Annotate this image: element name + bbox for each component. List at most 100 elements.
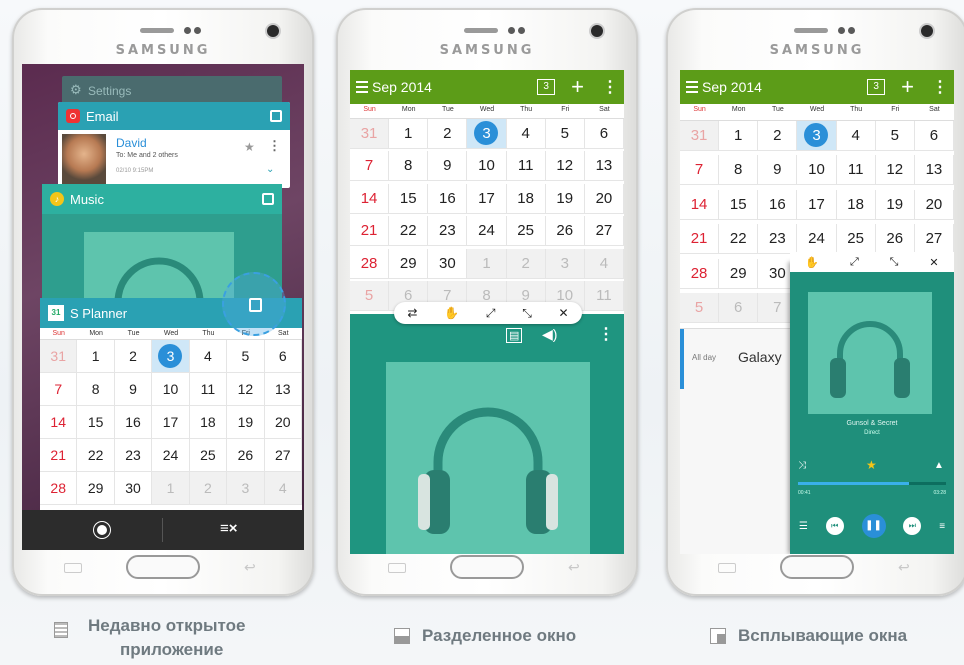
calendar-day[interactable]: 14 xyxy=(350,183,390,214)
maximize-icon[interactable]: ⤡ xyxy=(522,306,532,321)
window-icon-highlight[interactable] xyxy=(222,272,286,336)
home-button[interactable] xyxy=(780,555,854,579)
calendar-day-today[interactable]: 3 xyxy=(467,118,507,149)
calendar-day[interactable]: 30 xyxy=(428,248,468,279)
calendar-day[interactable]: 12 xyxy=(875,155,915,186)
queue-icon[interactable]: ≡ xyxy=(939,521,945,532)
kebab-icon[interactable]: ⋮ xyxy=(932,77,948,97)
calendar-day[interactable]: 27 xyxy=(914,224,954,255)
back-key[interactable]: ↩ xyxy=(568,559,580,576)
calendar-day[interactable]: 19 xyxy=(227,406,265,439)
calendar-day[interactable]: 24 xyxy=(797,224,837,255)
calendar-day[interactable]: 26 xyxy=(875,224,915,255)
calendar-day[interactable]: 5 xyxy=(227,340,265,373)
calendar-day[interactable]: 6 xyxy=(719,293,759,324)
calendar-day[interactable]: 23 xyxy=(428,216,468,247)
calendar-day[interactable]: 7 xyxy=(350,151,390,182)
calendar-day[interactable]: 20 xyxy=(584,183,624,214)
calendar-day[interactable]: 16 xyxy=(428,183,468,214)
home-button[interactable] xyxy=(126,555,200,579)
calendar-day[interactable]: 10 xyxy=(152,373,190,406)
calendar-day[interactable]: 24 xyxy=(467,216,507,247)
calendar-day[interactable]: 9 xyxy=(758,155,798,186)
close-icon[interactable]: ✕ xyxy=(559,306,569,320)
calendar-day[interactable]: 21 xyxy=(40,439,78,472)
calendar-day-today[interactable]: 3 xyxy=(152,340,190,373)
window-icon[interactable] xyxy=(270,110,282,122)
calendar-day[interactable]: 11 xyxy=(836,155,876,186)
calendar-day[interactable]: 13 xyxy=(264,373,302,406)
calendar-day[interactable]: 27 xyxy=(264,439,302,472)
calendar-day[interactable]: 12 xyxy=(227,373,265,406)
repeat-icon[interactable]: ▲ xyxy=(934,460,944,471)
calendar-day[interactable]: 21 xyxy=(680,224,720,255)
calendar-day[interactable]: 4 xyxy=(189,340,228,373)
popup-music-window[interactable]: ✋ ⤢ ⤡ ✕ Gunsol & Secret Direct ⤨ ★ ▲ 00:… xyxy=(790,252,954,554)
calendar-day[interactable]: 14 xyxy=(680,189,720,220)
calendar-day[interactable]: 6 xyxy=(584,118,624,149)
calendar-day[interactable]: 11 xyxy=(506,151,546,182)
close-icon[interactable]: ✕ xyxy=(929,256,938,269)
calendar-day[interactable]: 1 xyxy=(719,120,759,151)
calendar-day[interactable]: 4 xyxy=(836,120,876,151)
calendar-day[interactable]: 25 xyxy=(189,439,228,472)
playlist-icon[interactable]: ☰ xyxy=(799,521,808,532)
calendar-day[interactable]: 1 xyxy=(77,340,115,373)
calendar-day[interactable]: 10 xyxy=(797,155,837,186)
calendar-day[interactable]: 1 xyxy=(152,472,190,505)
calendar-day[interactable]: 10 xyxy=(467,151,507,182)
pie-chart-icon[interactable] xyxy=(94,522,110,538)
calendar-day[interactable]: 16 xyxy=(114,406,153,439)
calendar-day[interactable]: 22 xyxy=(389,216,429,247)
calendar-day[interactable]: 31 xyxy=(680,120,720,151)
calendar-day[interactable]: 18 xyxy=(506,183,546,214)
calendar-day[interactable]: 20 xyxy=(264,406,302,439)
calendar-day[interactable]: 26 xyxy=(227,439,265,472)
drag-content-icon[interactable]: ✋ xyxy=(444,306,459,320)
calendar-day[interactable]: 13 xyxy=(584,151,624,182)
calendar-day[interactable]: 1 xyxy=(467,248,507,279)
calendar-day[interactable]: 2 xyxy=(189,472,228,505)
calendar-day[interactable]: 12 xyxy=(545,151,585,182)
calendar-day[interactable]: 20 xyxy=(914,189,954,220)
calendar-day[interactable]: 1 xyxy=(389,118,429,149)
calendar-day[interactable]: 11 xyxy=(189,373,228,406)
calendar-day[interactable]: 25 xyxy=(836,224,876,255)
minimize-icon[interactable]: ⤢ xyxy=(486,306,496,321)
calendar-day[interactable]: 22 xyxy=(77,439,115,472)
calendar-day[interactable]: 21 xyxy=(350,216,390,247)
star-icon[interactable]: ★ xyxy=(244,140,255,154)
pause-icon[interactable]: ❚❚ xyxy=(861,514,886,538)
calendar-day[interactable]: 13 xyxy=(914,155,954,186)
volume-icon[interactable]: ◀) xyxy=(542,326,557,343)
calendar-day[interactable]: 29 xyxy=(77,472,115,505)
calendar-day[interactable]: 8 xyxy=(389,151,429,182)
home-button[interactable] xyxy=(450,555,524,579)
menu-icon[interactable] xyxy=(356,81,368,93)
add-event-button[interactable]: + xyxy=(571,76,584,98)
kebab-icon[interactable]: ⋮ xyxy=(268,138,281,154)
maximize-icon[interactable]: ⤡ xyxy=(890,256,899,269)
calendar-day[interactable]: 17 xyxy=(152,406,190,439)
kebab-icon[interactable]: ⋮ xyxy=(602,77,618,97)
recents-key[interactable] xyxy=(64,563,82,573)
recents-key[interactable] xyxy=(388,563,406,573)
calendar-day[interactable]: 29 xyxy=(389,248,429,279)
drag-content-icon[interactable]: ✋ xyxy=(805,256,819,269)
calendar-day[interactable]: 31 xyxy=(350,118,390,149)
back-key[interactable]: ↩ xyxy=(244,559,256,576)
calendar-day[interactable]: 17 xyxy=(467,183,507,214)
menu-icon[interactable] xyxy=(686,81,698,93)
calendar-day[interactable]: 28 xyxy=(350,248,390,279)
calendar-day[interactable]: 4 xyxy=(264,472,302,505)
calendar-day[interactable]: 29 xyxy=(719,258,759,289)
today-icon[interactable]: 3 xyxy=(537,79,556,95)
calendar-day[interactable]: 11 xyxy=(584,281,624,312)
calendar-day-today[interactable]: 3 xyxy=(797,120,837,151)
recent-card-email[interactable]: Email David To: Me and 2 others 02/10 9:… xyxy=(58,102,290,188)
calendar-day[interactable]: 14 xyxy=(40,406,78,439)
calendar-day[interactable]: 5 xyxy=(875,120,915,151)
calendar-day[interactable]: 27 xyxy=(584,216,624,247)
calendar-day[interactable]: 9 xyxy=(428,151,468,182)
calendar-day[interactable]: 19 xyxy=(545,183,585,214)
